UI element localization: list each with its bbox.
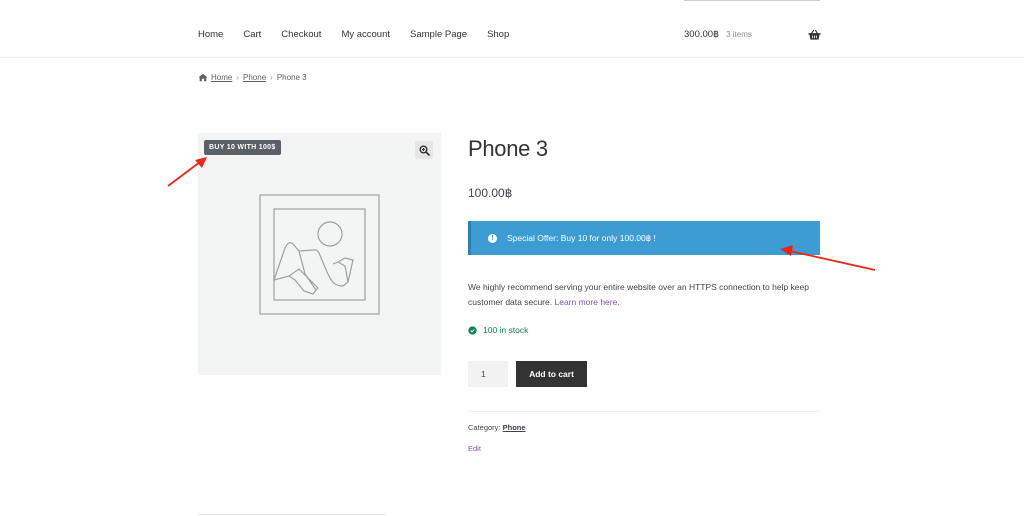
check-circle-icon — [468, 325, 477, 335]
breadcrumb-separator: › — [236, 73, 240, 82]
info-icon: ! — [488, 233, 497, 243]
add-to-cart-button[interactable]: Add to cart — [516, 361, 587, 387]
nav-my-account[interactable]: My account — [341, 29, 390, 41]
home-icon — [198, 73, 208, 82]
learn-more-link[interactable]: Learn more here. — [554, 297, 619, 307]
nav-home[interactable]: Home — [198, 29, 223, 41]
stock-status: 100 in stock — [468, 325, 528, 335]
site-header: Home Cart Checkout My account Sample Pag… — [0, 0, 1024, 58]
breadcrumb-current: Phone 3 — [276, 73, 307, 82]
section-divider — [198, 514, 386, 515]
primary-navigation: Home Cart Checkout My account Sample Pag… — [198, 29, 529, 41]
header-top-border — [684, 0, 820, 1]
nav-sample-page[interactable]: Sample Page — [410, 29, 467, 41]
quantity-input[interactable] — [468, 361, 508, 387]
product-price: 100.00฿ — [468, 186, 513, 200]
nav-shop[interactable]: Shop — [487, 29, 509, 41]
nav-cart[interactable]: Cart — [243, 29, 261, 41]
cart-item-count: 3 items — [726, 30, 752, 39]
category-label: Category: — [468, 423, 501, 432]
header-cart-link[interactable]: 300.00฿ 3 items — [684, 29, 752, 40]
edit-link[interactable]: Edit — [468, 444, 481, 453]
product-title: Phone 3 — [468, 136, 548, 161]
special-offer-notice: ! Special Offer: Buy 10 for only 100.00฿… — [468, 221, 820, 255]
nav-checkout[interactable]: Checkout — [281, 29, 321, 41]
breadcrumb-home[interactable]: Home — [211, 73, 232, 82]
sale-badge: BUY 10 WITH 100$ — [204, 140, 281, 155]
breadcrumb: Home › Phone › Phone 3 — [198, 73, 307, 82]
offer-text: Special Offer: Buy 10 for only 100.00฿ ! — [507, 232, 656, 243]
description-text: We highly recommend serving your entire … — [468, 282, 809, 307]
category-link[interactable]: Phone — [503, 423, 526, 432]
cart-total: 300.00฿ — [684, 29, 720, 40]
annotation-arrow-icon — [167, 157, 207, 187]
image-placeholder-icon — [259, 194, 380, 315]
annotation-arrow-icon — [780, 245, 876, 271]
zoom-in-icon — [419, 145, 430, 156]
breadcrumb-category[interactable]: Phone — [243, 73, 266, 82]
breadcrumb-separator: › — [270, 73, 273, 82]
product-meta: Category: Phone — [468, 423, 526, 432]
product-description: We highly recommend serving your entire … — [468, 280, 828, 310]
stock-text: 100 in stock — [483, 325, 529, 335]
zoom-button[interactable] — [415, 141, 433, 159]
basket-icon[interactable] — [808, 29, 821, 41]
meta-divider — [468, 411, 820, 412]
